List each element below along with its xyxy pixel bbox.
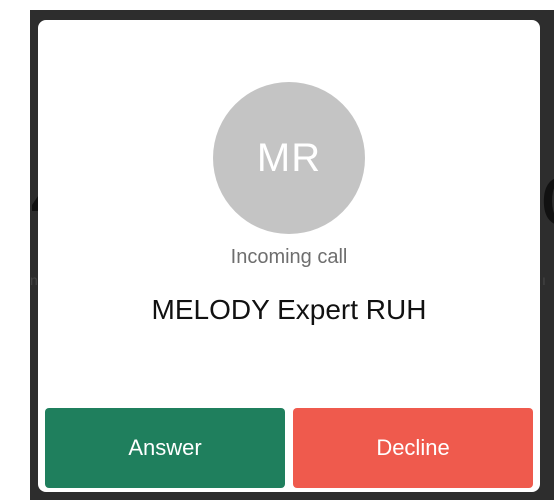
avatar-initials: MR: [256, 135, 322, 180]
incoming-call-dialog: MR Incoming call MELODY Expert RUH Answe…: [38, 20, 540, 492]
screen: 4 n c ı MR Incoming call MELODY Expert R…: [0, 0, 554, 500]
decline-button-label: Decline: [376, 435, 450, 460]
decline-button[interactable]: Decline: [293, 408, 533, 488]
caller-name: MELODY Expert RUH: [151, 294, 427, 325]
call-status-text: Incoming call: [230, 246, 348, 268]
background-fragment-right-small: ı: [542, 272, 546, 288]
answer-button-label: Answer: [128, 435, 202, 460]
answer-button[interactable]: Answer: [45, 408, 285, 488]
caller-avatar: MR: [213, 82, 365, 234]
background-fragment-right: c: [540, 150, 554, 240]
